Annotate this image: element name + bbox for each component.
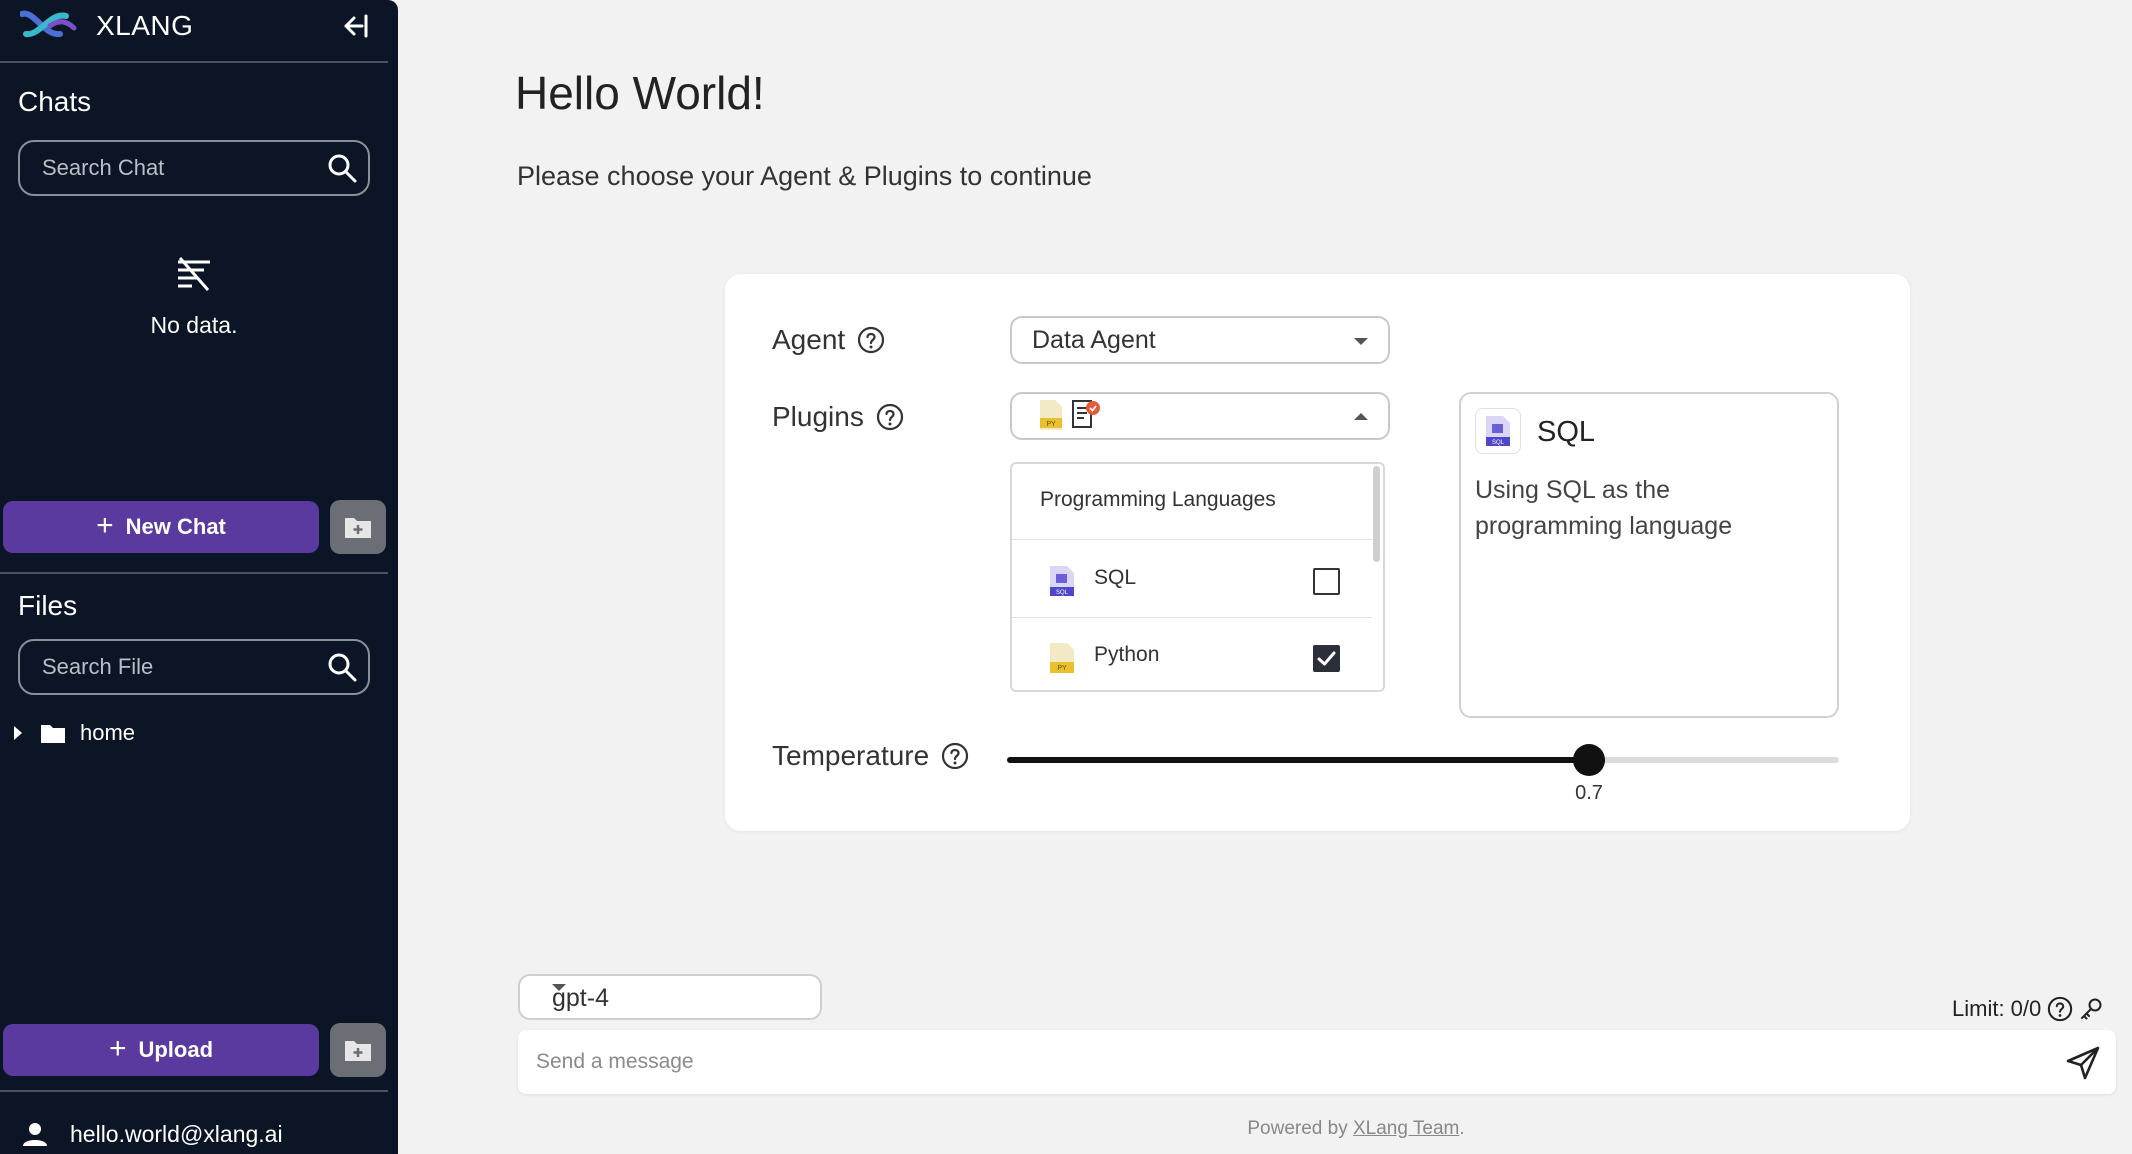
usage-limit-text: Limit: 0/0 [1952,996,2042,1021]
search-icon[interactable] [326,152,358,184]
message-input[interactable] [536,1030,2016,1094]
expand-arrow-icon[interactable] [14,726,22,740]
chevron-down-icon [552,984,566,991]
help-icon[interactable] [857,326,885,354]
footer-suffix: . [1459,1118,1465,1139]
temperature-slider-fill [1007,757,1589,763]
plugin-detail-icon: SQL [1475,408,1521,454]
agent-select-value: Data Agent [1032,326,1156,354]
checkmark-icon [1317,651,1336,666]
plugins-dropdown: Programming Languages SQL SQL PY Python [1010,462,1385,692]
selected-plugin-icons: PY [1038,398,1102,432]
folder-label: home [80,720,136,745]
message-composer [518,1030,2116,1094]
plugin-tool-icon [1072,400,1100,428]
footer-prefix: Powered by [1247,1118,1348,1139]
search-file-input[interactable] [42,641,312,693]
python-checkbox[interactable] [1313,645,1340,672]
temperature-label: Temperature [772,740,969,772]
send-icon[interactable] [2064,1044,2102,1082]
add-folder-icon [345,1041,371,1061]
divider [0,1090,388,1092]
plus-icon: + [108,1031,127,1065]
divider [0,572,388,574]
help-icon[interactable] [941,742,969,770]
folder-icon [41,725,65,743]
search-file-box[interactable] [18,639,370,695]
agent-label: Agent [772,324,885,356]
plugin-group-header: Programming Languages [1012,464,1372,540]
help-icon[interactable] [2047,996,2073,1022]
model-select[interactable]: gpt-4 [518,974,822,1020]
plugin-detail-description: Using SQL as the programming language [1475,476,1733,540]
svg-text:PY: PY [1046,421,1056,428]
upload-folder-button[interactable] [330,1023,386,1077]
folder-tree-item[interactable]: home [14,718,135,748]
xlang-team-link[interactable]: XLang Team [1353,1118,1459,1139]
python-file-icon: PY [1040,400,1062,430]
logo-row: XLANG [20,0,388,50]
upload-label: Upload [138,1037,214,1062]
collapse-sidebar-icon[interactable] [334,8,370,44]
plugin-option-label: SQL [1094,566,1137,589]
usage-limit: Limit: 0/0 [1952,996,2103,1022]
python-file-icon: PY [1050,643,1074,673]
agent-config-card: Agent Data Agent Plugins PY Programming … [725,274,1910,831]
temperature-slider-thumb[interactable] [1573,744,1605,776]
dropdown-scrollbar[interactable] [1373,466,1380,562]
plugin-detail-title: SQL [1537,416,1596,448]
add-folder-icon [345,518,371,538]
plugins-select[interactable]: PY [1010,392,1390,440]
plugins-label: Plugins [772,401,904,433]
chevron-down-icon [1354,338,1368,345]
plugin-option-label: Python [1094,643,1160,666]
chats-title: Chats [18,86,92,117]
key-icon[interactable] [2079,997,2103,1021]
new-folder-button[interactable] [330,500,386,554]
divider [0,61,388,63]
footer: Powered by XLang Team. [0,1118,2132,1140]
plugin-group-label: Programming Languages [1040,488,1276,511]
sidebar: XLANG Chats No data. + New Chat Files [0,0,398,1154]
page-subtitle: Please choose your Agent & Plugins to co… [517,161,1092,191]
sql-file-icon: SQL [1486,416,1510,446]
new-chat-button[interactable]: + New Chat [3,501,319,553]
upload-button[interactable]: + Upload [3,1024,319,1076]
plus-icon: + [96,508,114,542]
svg-text:PY: PY [1057,665,1067,672]
sql-checkbox[interactable] [1313,568,1340,595]
plugin-detail-card: SQL SQL Using SQL as the programming lan… [1459,392,1839,718]
chevron-up-icon [1354,413,1368,420]
brand-name: XLANG [96,10,194,41]
sql-file-icon: SQL [1050,566,1074,596]
search-chat-box[interactable] [18,140,370,196]
xlang-logo-icon [20,10,77,37]
svg-text:SQL: SQL [1056,590,1069,596]
plugin-option-sql[interactable]: SQL SQL [1012,542,1372,618]
new-chat-label: New Chat [125,514,226,539]
files-title: Files [18,590,78,621]
plugin-option-python[interactable]: PY Python [1012,619,1372,690]
svg-text:SQL: SQL [1492,440,1505,446]
agent-select[interactable]: Data Agent [1010,316,1390,364]
plugins-label-text: Plugins [772,401,864,432]
search-chat-input[interactable] [42,142,312,194]
help-icon[interactable] [876,403,904,431]
agent-label-text: Agent [772,324,846,355]
temperature-slider[interactable] [1007,744,1839,776]
empty-chats-text: No data. [150,312,238,338]
temperature-value: 0.7 [1575,782,1603,804]
no-data-icon [178,257,210,291]
search-icon[interactable] [326,651,358,683]
page-title: Hello World! [515,67,765,119]
temperature-label-text: Temperature [772,740,930,771]
